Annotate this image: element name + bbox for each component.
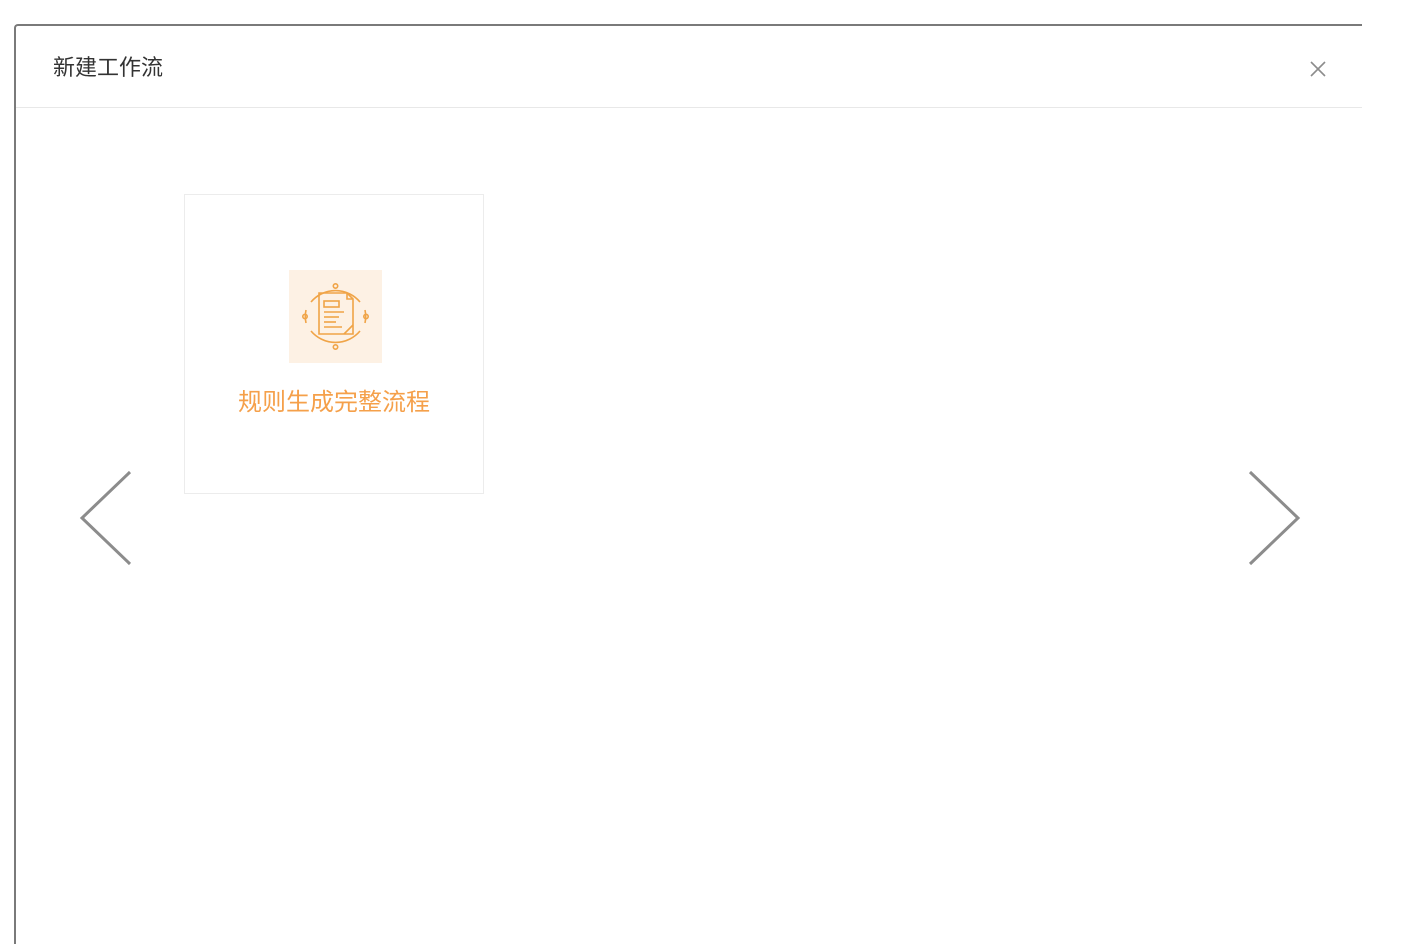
chevron-left-icon (79, 470, 132, 566)
close-icon (1310, 61, 1326, 77)
dialog-header: 新建工作流 (16, 26, 1362, 108)
template-card-rule-full-flow[interactable]: 规则生成完整流程 (184, 194, 484, 494)
dialog-title: 新建工作流 (53, 56, 164, 81)
new-workflow-dialog: 新建工作流 规则生成完整流程 (14, 24, 1362, 944)
carousel-next-button[interactable] (1244, 470, 1304, 570)
chevron-right-icon (1248, 470, 1301, 566)
template-card-label: 规则生成完整流程 (238, 388, 430, 416)
rule-document-icon (289, 270, 382, 363)
carousel-prev-button[interactable] (76, 470, 136, 570)
close-button[interactable] (1305, 56, 1331, 82)
